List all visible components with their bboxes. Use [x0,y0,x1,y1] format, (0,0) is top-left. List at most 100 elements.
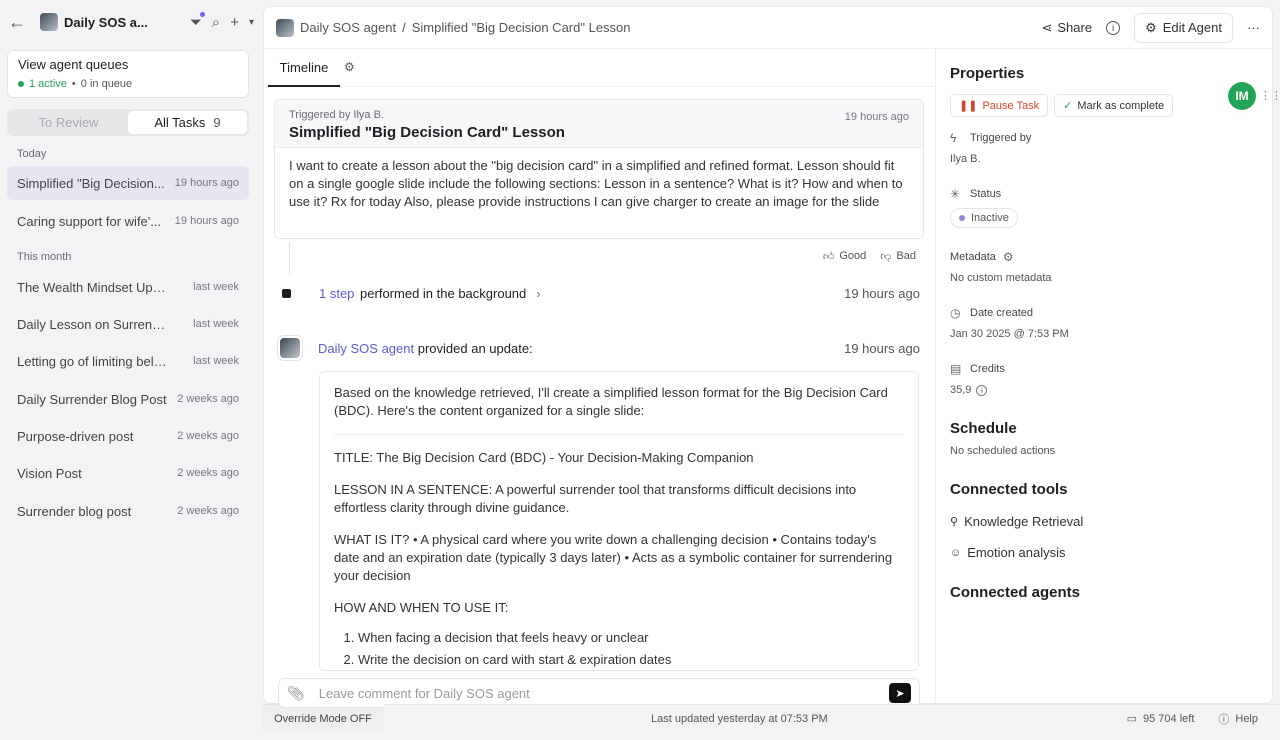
section-today: Today [17,148,47,160]
task-name: The Wealth Mindset Upgra... [17,279,167,295]
agent-title[interactable]: Daily SOS a... [64,15,148,30]
attachment-icon[interactable]: 📎︎ [287,685,305,702]
list-item: Write the decision on card with start & … [358,651,904,669]
filter-icon[interactable]: ⏷ [190,11,205,31]
timeline-settings-icon[interactable]: ⚙ [344,60,355,74]
main-panel: Daily SOS agent / Simplified "Big Decisi… [263,6,1273,708]
triggered-by-value: Ilya B. [950,153,981,165]
tab-all-tasks[interactable]: All Tasks 9 [128,111,247,134]
breadcrumb-task: Simplified "Big Decision Card" Lesson [411,20,631,35]
status-badge[interactable]: Inactive [950,208,1018,228]
queue-active-count: 1 active [29,78,67,90]
task-filter-segment: To Review All Tasks 9 [7,109,249,136]
response-title-line: TITLE: The Big Decision Card (BDC) - You… [334,450,754,465]
status-label: Status [970,188,1002,200]
task-name: Simplified "Big Decision... [17,175,165,191]
task-name: Vision Post [17,465,82,481]
connected-agents-title: Connected agents [950,584,1081,601]
task-item[interactable]: Surrender blog post 2 weeks ago [7,494,249,528]
task-time: 2 weeks ago [177,505,239,517]
task-name: Daily Lesson on Surrender [17,316,167,332]
share-label: Share [1057,20,1093,35]
properties-panel: Properties ❚❚ Pause Task ✓ Mark as compl… [935,49,1272,704]
steps-link[interactable]: 1 step [319,286,354,301]
credits-field: ▤ Credits [950,362,1258,376]
task-name: Daily Surrender Blog Post [17,391,167,407]
step-time: 19 hours ago [844,285,920,301]
triggered-by-field: ϟ Triggered by [950,131,1258,145]
knowledge-retrieval-icon: ⚲ [950,516,959,528]
task-name: Caring support for wife'... [17,213,162,229]
task-item[interactable]: Daily Surrender Blog Post 2 weeks ago [7,382,249,416]
credits-value-row: 35,9 i [950,384,1258,396]
step-marker-icon [282,288,291,298]
task-time: 2 weeks ago [177,430,239,442]
task-item[interactable]: Daily Lesson on Surrender last week [7,307,249,341]
background-steps-row[interactable]: 1 step performed in the background › 19 … [282,283,920,303]
search-icon[interactable]: ⌕ [212,14,220,31]
agent-avatar [40,13,58,31]
status-footer: Last updated yesterday at 07:53 PM ▭ 95 … [384,704,1280,732]
brand-logo-badge[interactable]: IM [1228,82,1256,110]
lightning-icon: ϟ [950,131,957,145]
metadata-gear-icon[interactable]: ⚙ [1003,250,1016,264]
clock-icon: ◷ [950,306,961,320]
send-button[interactable]: ➤ [889,683,911,703]
bad-button[interactable]: 👎︎ Bad [880,250,916,263]
share-button[interactable]: ⋖ Share [1041,20,1092,36]
breadcrumb: Daily SOS agent / Simplified "Big Decisi… [276,18,631,37]
task-item[interactable]: Purpose-driven post 2 weeks ago [7,419,249,453]
last-updated-text: Last updated yesterday at 07:53 PM [651,712,828,725]
info-icon[interactable]: i [976,384,988,396]
help-icon: ⓘ [1218,713,1230,726]
task-name: Letting go of limiting beliefs [17,353,167,369]
task-item[interactable]: Vision Post 2 weeks ago [7,456,249,490]
agent-link[interactable]: Daily SOS agent [318,341,414,356]
credits-label: Credits [970,363,1005,375]
send-icon: ➤ [895,687,905,700]
task-time: 2 weeks ago [177,393,239,405]
metadata-label: Metadata [950,251,996,263]
chevron-right-icon[interactable]: › [536,286,540,301]
response-intro: Based on the knowledge retrieved, I'll c… [334,384,904,435]
credits-icon: ▤ [950,362,962,376]
task-time: last week [193,318,239,330]
tool-emotion-analysis[interactable]: ☺ Emotion analysis [950,545,1258,560]
emotion-face-icon: ☺ [950,546,962,559]
task-item[interactable]: The Wealth Mindset Upgra... last week [7,270,249,304]
task-item[interactable]: Letting go of limiting beliefs last week [7,344,249,378]
task-item[interactable]: Simplified "Big Decision... 19 hours ago [7,166,249,200]
override-mode-toggle[interactable]: Override Mode OFF [262,704,384,732]
mark-complete-button[interactable]: ✓ Mark as complete [1054,94,1174,117]
tab-timeline[interactable]: Timeline [268,49,340,87]
chevron-down-icon[interactable]: ▾ [249,17,254,28]
properties-title: Properties [950,65,1025,82]
agent-queues-card[interactable]: View agent queues 1 active • 0 in queue [7,50,249,98]
good-button[interactable]: 👍︎ Good [823,250,866,263]
back-arrow-icon[interactable]: ← [8,12,30,33]
metadata-value: No custom metadata [950,272,1052,284]
comment-input[interactable] [318,685,889,701]
credits-left[interactable]: ▭ 95 704 left [1127,712,1219,726]
drag-handle-icon[interactable]: ⋮⋮ [1260,89,1280,102]
agent-update-row: Daily SOS agent provided an update: 19 h… [278,335,920,361]
help-button[interactable]: ⓘ Help [1218,711,1280,727]
tool-label: Knowledge Retrieval [964,514,1084,529]
pause-task-button[interactable]: ❚❚ Pause Task [950,94,1049,117]
agent-avatar [276,18,294,37]
timeline-connector [289,242,290,274]
breadcrumb-agent[interactable]: Daily SOS agent [300,20,396,35]
schedule-title: Schedule [950,420,1017,437]
task-time: last week [193,355,239,367]
response-steps-list: When facing a decision that feels heavy … [334,629,904,669]
edit-agent-button[interactable]: ⚙ Edit Agent [1134,12,1233,43]
info-icon[interactable]: i [1106,20,1121,35]
tool-knowledge-retrieval[interactable]: ⚲ Knowledge Retrieval [950,514,1258,529]
task-item[interactable]: Caring support for wife'... 19 hours ago [7,204,249,238]
more-options-icon[interactable]: ··· [1247,20,1260,35]
tab-to-review[interactable]: To Review [9,111,128,134]
agent-response-card: Based on the knowledge retrieved, I'll c… [319,371,919,671]
bullet-separator: • [71,78,76,90]
plus-icon[interactable]: + [230,14,239,31]
all-tasks-label: All Tasks [154,115,206,130]
